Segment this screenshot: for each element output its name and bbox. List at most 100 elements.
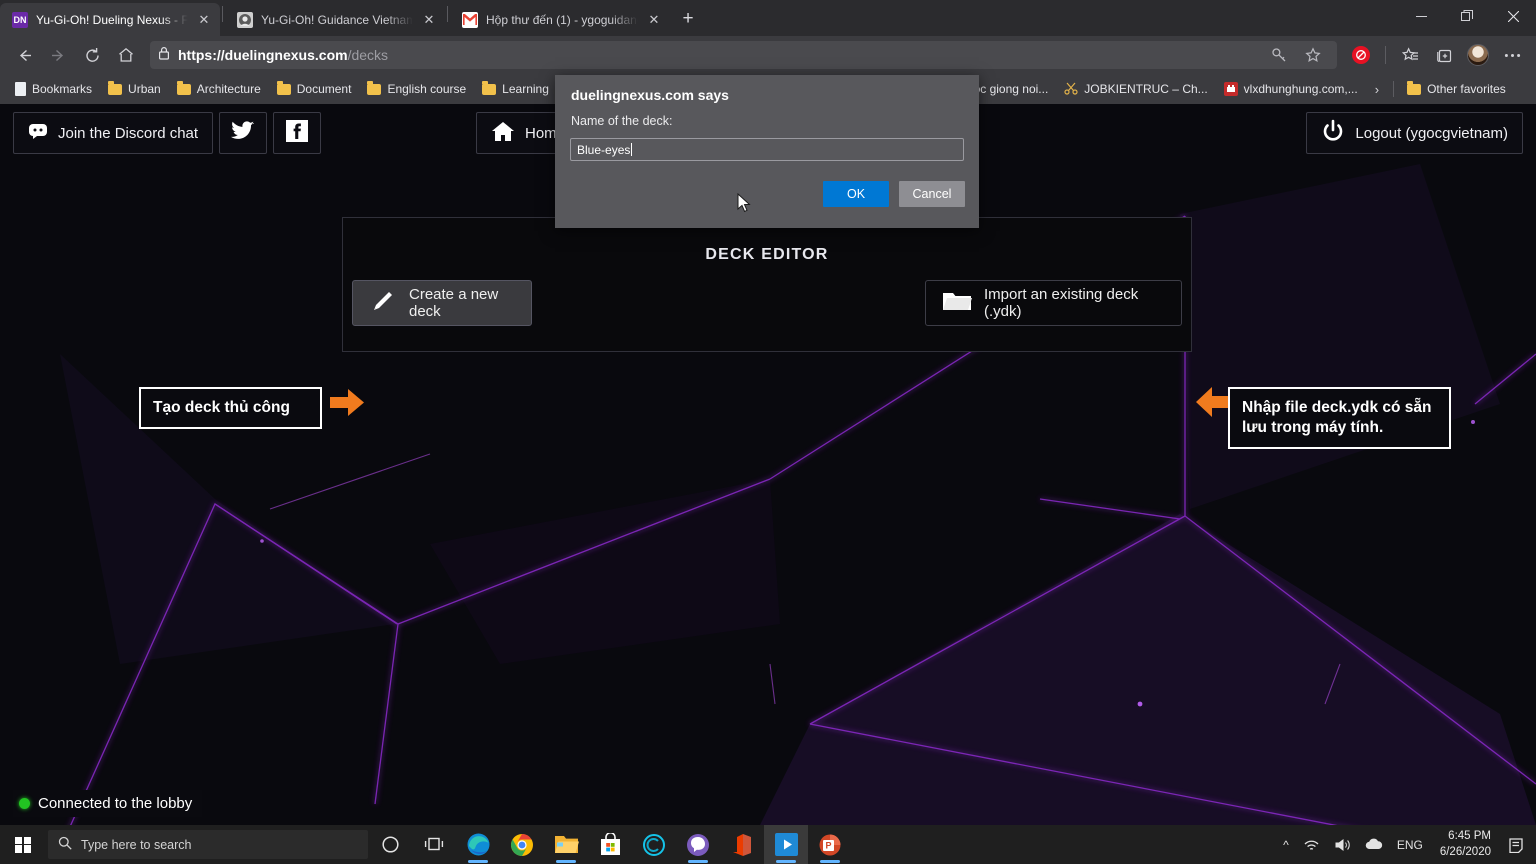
star-icon[interactable] xyxy=(1297,40,1329,70)
taskbar-clock[interactable]: 6:45 PM 6/26/2020 xyxy=(1432,825,1499,864)
bookmark-label: Urban xyxy=(128,82,161,96)
windows-logo xyxy=(15,837,31,853)
bookmark-item[interactable]: English course xyxy=(360,79,473,99)
scissors-icon xyxy=(1064,81,1078,98)
start-button[interactable] xyxy=(0,825,46,864)
status-dot-icon xyxy=(19,798,30,809)
profile-avatar[interactable] xyxy=(1462,40,1494,70)
maximize-button[interactable] xyxy=(1444,0,1490,32)
site-nav-right: Logout (ygocgvietnam) xyxy=(1306,112,1523,154)
dialog-ok-button[interactable]: OK xyxy=(823,181,889,207)
office-icon[interactable] xyxy=(720,825,764,864)
forward-button[interactable] xyxy=(42,40,74,70)
duelingnexus-icon: DN xyxy=(12,12,28,28)
file-explorer-icon[interactable] xyxy=(544,825,588,864)
speaker-icon[interactable] xyxy=(1329,825,1356,864)
deck-editor-title: DECK EDITOR xyxy=(343,246,1191,264)
collections-icon[interactable] xyxy=(1428,40,1460,70)
annotation-right: Nhập file deck.ydk có sẵn lưu trong máy … xyxy=(1228,387,1451,449)
ellipsis-icon[interactable] xyxy=(1496,40,1528,70)
omnibox-actions xyxy=(1263,40,1329,70)
deck-name-input[interactable]: Blue-eyes xyxy=(570,138,964,161)
folder-icon xyxy=(108,84,122,95)
cloud-icon[interactable] xyxy=(1360,825,1388,864)
toolbar-divider xyxy=(1385,46,1386,64)
home-button[interactable] xyxy=(110,40,142,70)
tab-close-button[interactable]: ✕ xyxy=(196,12,212,28)
tracking-prevention-icon[interactable] xyxy=(1345,40,1377,70)
bookmark-item[interactable]: Learning xyxy=(475,79,556,99)
dialog-buttons: OK Cancel xyxy=(823,181,965,207)
page-icon xyxy=(15,82,26,96)
deck-name-input-value: Blue-eyes xyxy=(577,143,630,157)
powerpoint-icon[interactable]: P xyxy=(808,825,852,864)
twitter-button[interactable] xyxy=(219,112,267,154)
back-button[interactable] xyxy=(8,40,40,70)
create-new-deck-button[interactable]: Create a new deck xyxy=(352,280,532,326)
other-favorites-button[interactable]: Other favorites xyxy=(1400,79,1513,99)
minimize-button[interactable] xyxy=(1398,0,1444,32)
create-new-deck-label: Create a new deck xyxy=(409,286,515,320)
edge-icon[interactable] xyxy=(456,825,500,864)
bookmark-label: vlxdhunghung.com,... xyxy=(1244,82,1358,96)
bookmark-item[interactable]: Urban xyxy=(101,79,168,99)
tab-close-button[interactable]: ✕ xyxy=(421,12,437,28)
task-view-icon[interactable] xyxy=(412,825,456,864)
bookmark-item[interactable]: vlxdhunghung.com,... xyxy=(1217,79,1365,99)
browser-tab-1[interactable]: DN Yu-Gi-Oh! Dueling Nexus - Free ✕ xyxy=(0,3,220,36)
gmail-icon xyxy=(462,12,478,28)
site-nav-left: Join the Discord chat xyxy=(13,112,321,154)
import-deck-button[interactable]: Import an existing deck (.ydk) xyxy=(925,280,1182,326)
bookmark-item[interactable]: Document xyxy=(270,79,359,99)
bookmarks-overflow-button[interactable]: › xyxy=(1367,82,1387,97)
system-tray: ^ ENG 6:45 PM 6/26/2020 xyxy=(1278,825,1536,864)
taskbar-search-placeholder: Type here to search xyxy=(81,838,191,852)
close-window-button[interactable] xyxy=(1490,0,1536,32)
bookmark-item[interactable]: Bookmarks xyxy=(8,79,99,99)
wifi-icon[interactable] xyxy=(1298,825,1325,864)
tab-strip: DN Yu-Gi-Oh! Dueling Nexus - Free ✕ Yu-G… xyxy=(0,0,1536,36)
microsoft-store-icon[interactable] xyxy=(588,825,632,864)
search-icon xyxy=(58,836,72,853)
facebook-icon xyxy=(286,120,308,146)
logout-button[interactable]: Logout (ygocgvietnam) xyxy=(1306,112,1523,154)
url-domain: https://duelingnexus.com xyxy=(178,47,348,63)
import-deck-label: Import an existing deck (.ydk) xyxy=(984,286,1165,320)
facebook-button[interactable] xyxy=(273,112,321,154)
bookmark-label: JOBKIENTRUC – Ch... xyxy=(1084,82,1207,96)
new-tab-button[interactable]: + xyxy=(674,5,702,33)
bookmark-label: Document xyxy=(297,82,352,96)
browser-tab-2[interactable]: Yu-Gi-Oh! Guidance Vietnam - H ✕ xyxy=(225,3,445,36)
url-path: /decks xyxy=(348,47,388,63)
taskbar-search-box[interactable]: Type here to search xyxy=(48,830,368,859)
deck-editor-panel: DECK EDITOR Create a new deck Import an … xyxy=(342,217,1192,352)
bookmark-item[interactable]: JOBKIENTRUC – Ch... xyxy=(1057,78,1214,101)
address-bar[interactable]: https://duelingnexus.com/decks xyxy=(150,41,1337,69)
chrome-icon[interactable] xyxy=(500,825,544,864)
notifications-icon[interactable] xyxy=(1503,825,1530,864)
browser-tab-3[interactable]: Hộp thư đến (1) - ygoguidance@ ✕ xyxy=(450,3,670,36)
movies-tv-icon[interactable] xyxy=(764,825,808,864)
bookmark-item[interactable]: Architecture xyxy=(170,79,268,99)
dialog-cancel-button[interactable]: Cancel xyxy=(899,181,965,207)
cortana-icon[interactable] xyxy=(368,825,412,864)
javascript-prompt-dialog: duelingnexus.com says Name of the deck: … xyxy=(555,75,979,228)
favorites-icon[interactable] xyxy=(1394,40,1426,70)
tray-overflow-button[interactable]: ^ xyxy=(1278,825,1294,864)
lobby-status-label: Connected to the lobby xyxy=(38,795,192,812)
viber-icon[interactable] xyxy=(676,825,720,864)
discord-button[interactable]: Join the Discord chat xyxy=(13,112,213,154)
folder-open-icon xyxy=(942,289,972,317)
language-indicator[interactable]: ENG xyxy=(1392,825,1428,864)
folder-icon xyxy=(277,84,291,95)
tab-close-button[interactable]: ✕ xyxy=(646,12,662,28)
bookmark-label: Bookmarks xyxy=(32,82,92,96)
mouse-cursor xyxy=(737,193,751,213)
key-icon[interactable] xyxy=(1263,40,1295,70)
windows-taskbar: Type here to search xyxy=(0,825,1536,864)
clock-time: 6:45 PM xyxy=(1448,829,1491,845)
refresh-button[interactable] xyxy=(76,40,108,70)
tab-title: Yu-Gi-Oh! Guidance Vietnam - H xyxy=(261,13,413,27)
discord-icon xyxy=(28,123,48,143)
coccoc-icon[interactable] xyxy=(632,825,676,864)
